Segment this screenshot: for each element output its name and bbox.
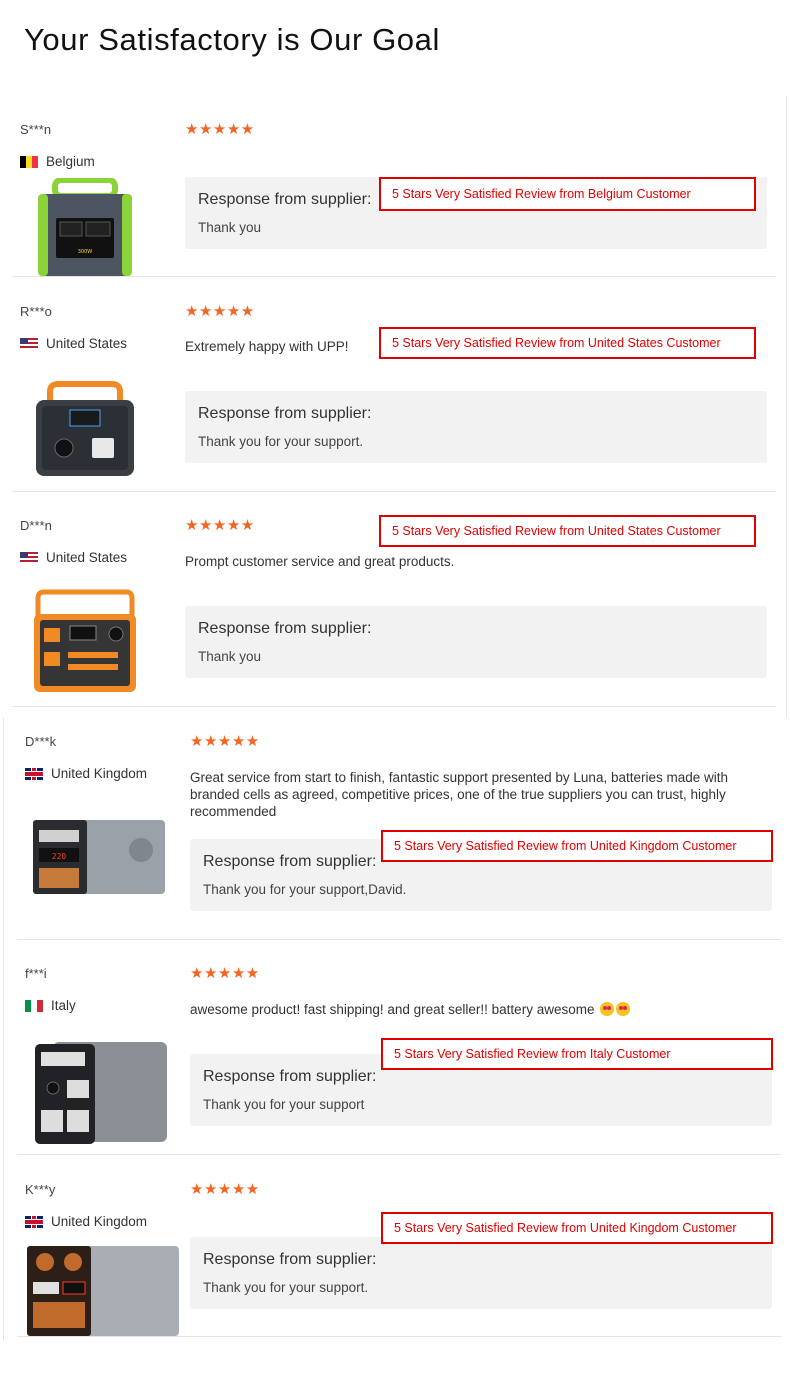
review-badge: 5 Stars Very Satisfied Review from Unite…	[381, 1212, 773, 1244]
response-text: Thank you	[198, 220, 262, 235]
uk-flag-icon	[25, 767, 43, 780]
review-text: awesome product! fast shipping! and grea…	[190, 1001, 775, 1018]
svg-text:220: 220	[52, 852, 67, 861]
response-title: Response from supplier:	[198, 405, 372, 422]
reviewer-name: f***i	[25, 966, 47, 981]
heart-eyes-emoji-icon	[600, 1002, 615, 1016]
reviewer-country: United Kingdom	[25, 766, 147, 781]
reviewer-country: Italy	[25, 998, 76, 1013]
country-name: United Kingdom	[51, 1214, 148, 1229]
country-name: Belgium	[46, 154, 95, 169]
reviewer-name: R***o	[20, 304, 52, 319]
country-name: Italy	[51, 998, 76, 1013]
review-text: Great service from start to finish, fant…	[190, 770, 729, 819]
reviewer-country: Belgium	[20, 154, 95, 169]
large-silver-power-station-image	[27, 1246, 179, 1336]
reviewer-country: United Kingdom	[25, 1214, 147, 1229]
review-badge: 5 Stars Very Satisfied Review from Unite…	[381, 830, 773, 862]
response-text: Thank you for your support,David.	[203, 882, 407, 897]
page-title: Your Satisfactory is Our Goal	[24, 22, 440, 57]
supplier-response: Response from supplier: Thank you for yo…	[190, 1237, 772, 1309]
review-card: S***n Belgium ★★★★★ Response from suppli…	[12, 121, 776, 277]
response-text: Thank you for your support.	[203, 1280, 369, 1295]
review-text-body: awesome product! fast shipping! and grea…	[190, 1002, 595, 1017]
review-badge: 5 Stars Very Satisfied Review from Unite…	[379, 515, 756, 547]
review-badge: 5 Stars Very Satisfied Review from Unite…	[379, 327, 756, 359]
response-title: Response from supplier:	[198, 191, 372, 208]
response-text: Thank you	[198, 649, 262, 664]
country-name: United States	[46, 550, 128, 565]
review-text: Prompt customer service and great produc…	[185, 554, 455, 569]
reviewer-name: K***y	[25, 1182, 56, 1197]
review-card: D***k United Kingdom ★★★★★ Great service…	[17, 733, 781, 940]
divider	[786, 96, 787, 718]
review-card: D***n United States ★★★★★ 5 Stars Very S…	[12, 515, 776, 707]
response-title: Response from supplier:	[203, 1251, 377, 1268]
silver-power-station-image: 220	[33, 820, 165, 894]
reviewer-country: United States	[20, 550, 127, 565]
supplier-response: Response from supplier: Thank you for yo…	[185, 391, 767, 463]
rating-stars: ★★★★★	[185, 303, 255, 320]
response-title: Response from supplier:	[203, 853, 377, 870]
orange-power-station-image	[34, 589, 136, 692]
usa-flag-icon	[20, 337, 38, 350]
green-portable-power-station-image: 300W	[38, 178, 132, 276]
heart-eyes-emoji-icon	[616, 1002, 631, 1016]
rating-stars: ★★★★★	[185, 121, 255, 138]
usa-flag-icon	[20, 551, 38, 564]
rating-stars: ★★★★★	[190, 733, 260, 750]
rating-stars: ★★★★★	[190, 965, 260, 982]
orange-handle-power-station-image	[36, 381, 134, 476]
svg-text:300W: 300W	[78, 249, 93, 255]
reviewer-name: D***n	[20, 518, 52, 533]
country-name: United Kingdom	[51, 766, 148, 781]
review-card: f***i Italy ★★★★★ awesome product! fast …	[17, 965, 781, 1155]
review-card: K***y United Kingdom ★★★★★ Response from…	[17, 1181, 781, 1337]
country-name: United States	[46, 336, 128, 351]
rating-stars: ★★★★★	[190, 1181, 260, 1198]
divider	[3, 718, 4, 1340]
response-text: Thank you for your support.	[198, 434, 364, 449]
response-title: Response from supplier:	[198, 620, 372, 637]
dark-silver-power-station-image	[35, 1042, 167, 1144]
rating-stars: ★★★★★	[185, 517, 255, 534]
review-badge: 5 Stars Very Satisfied Review from Belgi…	[379, 177, 756, 211]
response-title: Response from supplier:	[203, 1068, 377, 1085]
review-card: R***o United States ★★★★★ Extremely happ…	[12, 303, 776, 492]
reviewer-name: S***n	[20, 122, 52, 137]
belgium-flag-icon	[20, 155, 38, 168]
italy-flag-icon	[25, 999, 43, 1012]
reviewer-name: D***k	[25, 734, 57, 749]
supplier-response: Response from supplier: Thank you	[185, 606, 767, 678]
review-badge: 5 Stars Very Satisfied Review from Italy…	[381, 1038, 773, 1070]
uk-flag-icon	[25, 1215, 43, 1228]
reviewer-country: United States	[20, 336, 127, 351]
response-text: Thank you for your support	[203, 1097, 365, 1112]
